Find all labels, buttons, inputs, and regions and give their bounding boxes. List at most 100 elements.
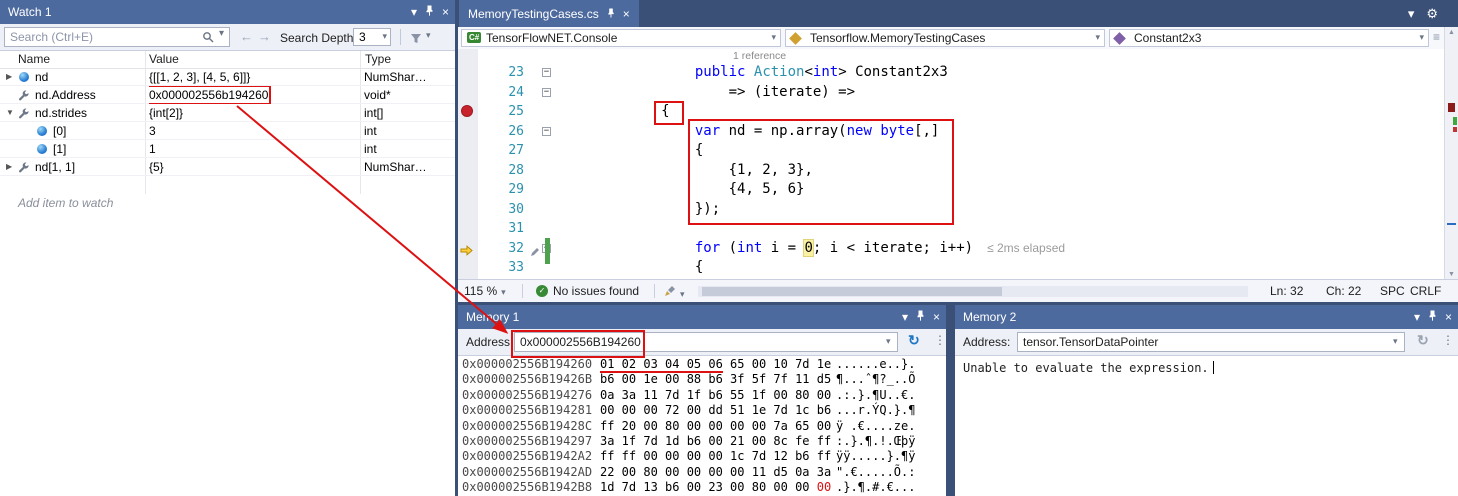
memory-bytes[interactable]: 3a 1f 7d 1d b6 00 21 00 8c fe ff (600, 434, 836, 449)
watch-row[interactable]: ▶nd[1, 1]{5}NumShar… (0, 158, 455, 176)
chevron-down-icon[interactable]: ▾ (219, 28, 224, 39)
filter-icon[interactable] (410, 31, 422, 49)
window-menu-chevron-icon[interactable]: ▾ (902, 309, 908, 325)
scroll-up-icon[interactable]: ▲ (1445, 29, 1458, 36)
watch-row[interactable]: ▶nd{[[1, 2, 3], [4, 5, 6]]}NumShar… (0, 68, 455, 86)
code-line[interactable]: 27{ (458, 141, 1444, 161)
column-header-type[interactable]: Type (365, 52, 391, 66)
close-icon[interactable]: × (623, 7, 630, 21)
code-line[interactable]: 28{1, 2, 3}, (458, 161, 1444, 181)
memory-ascii: ÿÿ.....}.¶ÿ (836, 449, 915, 463)
code-line[interactable]: 33{ (458, 258, 1444, 278)
collapse-region-icon[interactable]: − (542, 68, 551, 77)
code-line[interactable]: 32−for (int i = 0; i < iterate; i++)≤ 2m… (458, 239, 1444, 259)
zoom-select[interactable]: 115 %▾ (464, 284, 506, 298)
memory-bytes[interactable]: 00 00 00 72 00 dd 51 1e 7d 1c b6 (600, 403, 836, 418)
member-dropdown[interactable]: Constant2x3 ▾ (1109, 29, 1429, 47)
watch-row[interactable]: [0]3int (0, 122, 455, 140)
search-prev-icon[interactable]: ← (240, 29, 253, 44)
search-next-icon[interactable]: → (258, 29, 271, 44)
code-line[interactable]: 30}); (458, 200, 1444, 220)
memory2-address-input[interactable] (1017, 332, 1405, 352)
code-line[interactable]: 26−var nd = np.array(new byte[,] (458, 122, 1444, 142)
status-line-ending[interactable]: CRLF (1410, 284, 1441, 298)
breakpoint-icon[interactable] (461, 105, 473, 117)
window-menu-chevron-icon[interactable]: ▾ (1414, 309, 1420, 325)
code-line[interactable]: 23−public Action<int> Constant2x3 (458, 63, 1444, 83)
line-gutter[interactable] (458, 102, 478, 122)
menu-icon[interactable]: ≡ (1433, 30, 1440, 44)
watch-row[interactable]: [1]1int (0, 140, 455, 158)
memory-bytes[interactable]: 0a 3a 11 7d 1f b6 55 1f 00 80 00 (600, 388, 836, 403)
line-gutter[interactable] (458, 141, 478, 161)
line-gutter[interactable] (458, 161, 478, 181)
line-gutter[interactable] (458, 200, 478, 220)
memory-bytes[interactable]: 01 02 03 04 05 06 65 00 10 7d 1e (600, 357, 836, 372)
code-line[interactable]: 24−=> (iterate) => (458, 83, 1444, 103)
pin-icon[interactable] (1428, 309, 1437, 325)
search-icon[interactable] (202, 30, 214, 48)
memory-bytes[interactable]: ff ff 00 00 00 00 1c 7d 12 b6 ff (600, 449, 836, 464)
pin-icon[interactable] (607, 7, 615, 21)
line-gutter[interactable] (458, 239, 478, 259)
memory-bytes[interactable]: 1d 7d 13 b6 00 23 00 80 00 00 00 (600, 480, 836, 495)
chevron-down-icon[interactable]: ▾ (426, 30, 431, 41)
tab-memorytestingcases[interactable]: MemoryTestingCases.cs × (459, 0, 639, 27)
chevron-down-icon[interactable]: ▾ (1393, 336, 1398, 347)
window-menu-chevron-icon[interactable]: ▾ (411, 4, 417, 20)
watch-row[interactable]: ▼nd.strides{int[2]}int[] (0, 104, 455, 122)
codelens-reference[interactable]: 1 reference (458, 49, 1444, 63)
pin-icon[interactable] (916, 309, 925, 325)
scrollbar-thumb[interactable] (702, 287, 1002, 296)
status-indent-mode[interactable]: SPC (1380, 284, 1405, 298)
memory1-address-input[interactable] (514, 332, 898, 352)
perf-tip[interactable]: ≤ 2ms elapsed (987, 241, 1065, 255)
vertical-scrollbar[interactable]: ▲ ▼ (1444, 27, 1458, 280)
code-cleanup-icon[interactable]: ▾ (664, 285, 685, 300)
search-input[interactable] (4, 27, 230, 47)
code-line[interactable]: 31 (458, 219, 1444, 239)
expand-icon[interactable]: ▶ (6, 68, 18, 86)
memory-bytes[interactable]: ff 20 00 80 00 00 00 00 7a 65 00 (600, 419, 836, 434)
line-gutter[interactable] (458, 258, 478, 278)
type-dropdown[interactable]: Tensorflow.MemoryTestingCases ▾ (785, 29, 1105, 47)
chevron-down-icon[interactable]: ▾ (886, 336, 891, 347)
toolbar-overflow-icon[interactable]: ⋮ (1442, 333, 1454, 347)
scroll-down-icon[interactable]: ▼ (1445, 271, 1458, 278)
line-gutter[interactable] (458, 219, 478, 239)
pin-icon[interactable] (425, 4, 434, 20)
line-gutter[interactable] (458, 180, 478, 200)
horizontal-scrollbar[interactable] (698, 286, 1248, 297)
collapse-icon[interactable]: ▼ (6, 104, 18, 122)
code-line[interactable]: 25{ (458, 102, 1444, 122)
toolbar-overflow-icon[interactable]: ⋮ (934, 333, 946, 347)
project-dropdown[interactable]: C# TensorFlowNET.Console ▾ (461, 29, 781, 47)
line-gutter[interactable] (458, 122, 478, 142)
add-watch-row[interactable]: Add item to watch (0, 194, 455, 212)
close-icon[interactable]: × (933, 309, 940, 325)
watch-row[interactable]: nd.Address0x000002556b194260void* (0, 86, 455, 104)
issues-indicator[interactable]: ✓ No issues found (536, 284, 639, 298)
wrench-icon (18, 106, 31, 119)
memory-bytes[interactable]: b6 00 1e 00 88 b6 3f 5f 7f 11 d5 (600, 372, 836, 387)
column-header-value[interactable]: Value (149, 52, 179, 66)
memory-rows[interactable]: 0x000002556B19426001 02 03 04 05 06 65 0… (458, 357, 946, 496)
refresh-icon[interactable]: ↻ (908, 332, 920, 349)
memory2-header[interactable]: Memory 2 ▾ × (955, 305, 1458, 329)
close-icon[interactable]: × (1445, 309, 1452, 325)
collapse-region-icon[interactable]: − (542, 127, 551, 136)
gear-icon[interactable]: ⚙ (1426, 6, 1438, 22)
memory-bytes[interactable]: 22 00 80 00 00 00 00 11 d5 0a 3a (600, 465, 836, 480)
line-gutter[interactable] (458, 63, 478, 83)
column-header-name[interactable]: Name (18, 52, 50, 66)
code-editor[interactable]: 1 reference23−public Action<int> Constan… (458, 49, 1444, 280)
expand-icon[interactable]: ▶ (6, 158, 18, 176)
line-gutter[interactable] (458, 83, 478, 103)
close-icon[interactable]: × (442, 4, 449, 20)
code-line[interactable]: 29{4, 5, 6} (458, 180, 1444, 200)
watch-header[interactable]: Watch 1 ▾ × (0, 0, 455, 24)
memory1-header[interactable]: Memory 1 ▾ × (458, 305, 946, 329)
search-depth-select[interactable]: 3 ▾ (353, 28, 391, 46)
collapse-region-icon[interactable]: − (542, 88, 551, 97)
tab-list-chevron-icon[interactable]: ▾ (1408, 6, 1415, 22)
